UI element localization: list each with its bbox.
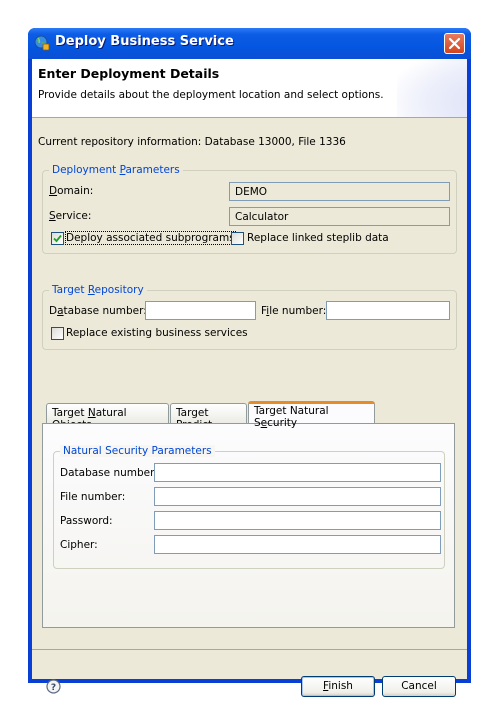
target-repository-group: Target Repository Database number: File … bbox=[42, 284, 457, 350]
service-field[interactable]: Calculator bbox=[229, 207, 450, 226]
help-icon[interactable]: ? bbox=[46, 679, 61, 694]
tab-target-predict[interactable]: Target Predict bbox=[170, 403, 247, 431]
security-file-label: File number: bbox=[60, 491, 126, 503]
close-icon bbox=[448, 37, 461, 50]
target-database-label: Database number: bbox=[49, 305, 147, 317]
domain-field[interactable]: DEMO bbox=[229, 182, 450, 201]
footer-separator bbox=[32, 649, 467, 650]
security-cipher-label: Cipher: bbox=[60, 539, 98, 551]
replace-services-checkbox[interactable] bbox=[51, 327, 64, 340]
repository-info: Current repository information: Database… bbox=[38, 136, 346, 148]
close-button[interactable] bbox=[444, 33, 465, 54]
deploy-subprograms-checkbox[interactable] bbox=[51, 232, 64, 245]
security-file-input[interactable] bbox=[154, 487, 441, 506]
security-database-input[interactable] bbox=[154, 463, 441, 482]
deployment-parameters-group: Deployment Parameters Domain: DEMO Servi… bbox=[42, 164, 457, 254]
replace-steplib-checkbox[interactable] bbox=[231, 232, 244, 245]
natural-security-legend: Natural Security Parameters bbox=[60, 445, 215, 457]
checkmark-icon bbox=[53, 234, 62, 243]
deploy-dialog-window: Deploy Business Service Enter Deployment… bbox=[28, 28, 471, 697]
replace-services-label[interactable]: Replace existing business services bbox=[66, 327, 248, 339]
security-password-label: Password: bbox=[60, 515, 113, 527]
natural-security-tab-panel: Natural Security Parameters Database num… bbox=[42, 423, 455, 628]
tab-target-natural-security[interactable]: Target Natural Security bbox=[248, 401, 375, 429]
svg-text:?: ? bbox=[51, 683, 56, 693]
tab-target-natural-objects[interactable]: Target Natural Objects bbox=[46, 403, 169, 431]
replace-steplib-label[interactable]: Replace linked steplib data bbox=[247, 232, 389, 244]
security-database-label: Database number: bbox=[60, 467, 158, 479]
globe-service-icon bbox=[34, 35, 50, 51]
cancel-button[interactable]: Cancel bbox=[382, 676, 456, 697]
security-cipher-input[interactable] bbox=[154, 535, 441, 554]
wizard-header: Enter Deployment Details Provide details… bbox=[32, 59, 467, 118]
page-description: Provide details about the deployment loc… bbox=[38, 89, 384, 101]
target-repository-legend: Target Repository bbox=[49, 284, 147, 296]
header-decoration bbox=[397, 59, 467, 117]
page-title: Enter Deployment Details bbox=[38, 66, 220, 81]
deployment-parameters-legend: Deployment Parameters bbox=[49, 164, 183, 176]
deploy-subprograms-label[interactable]: Deploy associated subprograms bbox=[65, 231, 236, 245]
natural-security-parameters-group: Natural Security Parameters Database num… bbox=[53, 445, 445, 569]
target-file-label: File number: bbox=[261, 305, 327, 317]
security-password-input[interactable] bbox=[154, 511, 441, 530]
dialog-client-area: Enter Deployment Details Provide details… bbox=[32, 59, 467, 697]
title-bar[interactable]: Deploy Business Service bbox=[28, 28, 471, 59]
window-title: Deploy Business Service bbox=[55, 34, 234, 49]
target-database-input[interactable] bbox=[145, 301, 256, 320]
target-file-input[interactable] bbox=[326, 301, 450, 320]
domain-label: Domain: bbox=[49, 185, 94, 197]
service-label: Service: bbox=[49, 210, 92, 222]
finish-button[interactable]: Finish bbox=[301, 676, 375, 697]
